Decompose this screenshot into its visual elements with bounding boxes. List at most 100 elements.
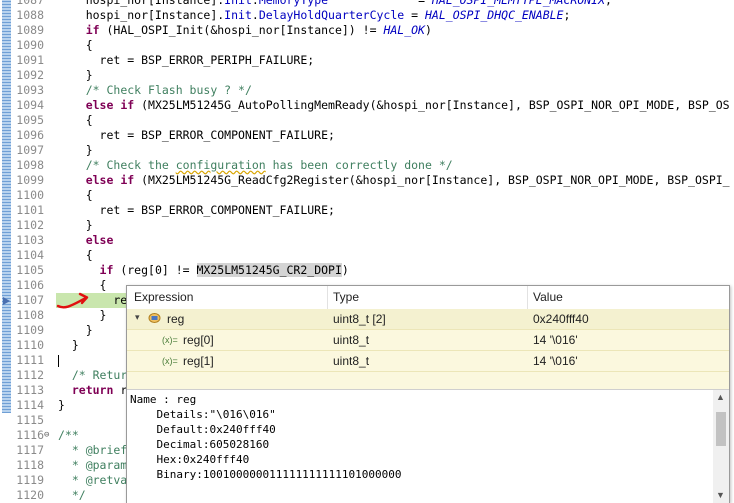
code-text: /* Retur	[71, 368, 128, 382]
code-text: return r	[71, 383, 128, 397]
code-line[interactable]: 1096 ret = BSP_ERROR_COMPONENT_FAILURE;	[0, 128, 734, 143]
expression-value: 14 '\016'	[533, 354, 578, 368]
code-text: hospi_nor[Instance].Init.MemoryType = HA…	[58, 0, 612, 7]
line-number: 1091	[16, 53, 44, 67]
expression-row-empty	[127, 372, 729, 389]
code-text: /**	[58, 428, 79, 442]
code-text: }	[58, 143, 93, 157]
code-line[interactable]: 1091 ret = BSP_ERROR_PERIPH_FAILURE;	[0, 53, 734, 68]
code-text: {	[58, 38, 93, 52]
line-number: 1098	[16, 158, 44, 172]
expression-row-reg-1[interactable]: (x)= reg[1] uint8_t 14 '\016'	[127, 351, 729, 371]
line-number: 1111	[16, 353, 44, 367]
code-line[interactable]: 1097 }	[0, 143, 734, 158]
line-number: 1110	[16, 338, 44, 352]
code-line[interactable]: 1099 else if (MX25LM51245G_ReadCfg2Regis…	[0, 173, 734, 188]
line-number: 1114	[16, 398, 44, 412]
code-text: /* Check Flash busy ? */	[85, 83, 252, 97]
line-number: 1105	[16, 263, 44, 277]
scroll-up-icon[interactable]: ▲	[716, 392, 725, 402]
details-line: Details:"\016\016"	[130, 408, 276, 421]
code-text: ret = BSP_ERROR_COMPONENT_FAILURE;	[58, 203, 335, 217]
code-line[interactable]: 1089 if (HAL_OSPI_Init(&hospi_nor[Instan…	[0, 23, 734, 38]
column-expression[interactable]: Expression	[134, 290, 193, 304]
code-text: * @brief	[58, 443, 128, 457]
line-number: 1092	[16, 68, 44, 82]
red-arrow-annotation-icon	[56, 292, 89, 309]
code-line[interactable]: 1100 {	[0, 188, 734, 203]
line-number: 1119	[16, 473, 44, 487]
array-variable-icon	[148, 313, 161, 323]
details-scrollbar[interactable]: ▲ ▼	[713, 390, 729, 503]
line-number: 1106	[16, 278, 44, 292]
code-text: * @param	[58, 458, 128, 472]
code-line[interactable]: 1094 else if (MX25LM51245G_AutoPollingMe…	[0, 98, 734, 113]
expression-row-reg[interactable]: ▾ reg uint8_t [2] 0x240fff40	[127, 309, 729, 329]
code-text: {	[58, 113, 93, 127]
line-number: 1113	[16, 383, 44, 397]
line-number: 1088	[16, 8, 44, 22]
expression-name: reg[0]	[183, 333, 214, 347]
expression-type: uint8_t [2]	[333, 312, 386, 326]
expression-type: uint8_t	[333, 333, 370, 347]
line-number: 1103	[16, 233, 44, 247]
line-number: 1096	[16, 128, 44, 142]
details-line: Hex:0x240fff40	[130, 453, 250, 466]
line-number: 1104	[16, 248, 44, 262]
code-line[interactable]: 1093 /* Check Flash busy ? */	[0, 83, 734, 98]
details-line: Name : reg	[130, 393, 197, 406]
line-number: 1117	[16, 443, 44, 457]
line-number: 1115	[16, 413, 44, 427]
code-line[interactable]: 1101 ret = BSP_ERROR_COMPONENT_FAILURE;	[0, 203, 734, 218]
details-pane[interactable]: Name : reg Details:"\016\016" Default:0x…	[127, 389, 729, 503]
code-line[interactable]: 1087 hospi_nor[Instance].Init.MemoryType…	[0, 0, 734, 8]
expression-name: reg	[167, 312, 185, 326]
code-line[interactable]: 1098 /* Check the configuration has been…	[0, 158, 734, 173]
line-number: 1109	[16, 323, 44, 337]
expression-type: uint8_t	[333, 354, 370, 368]
line-number: 1116	[16, 428, 44, 442]
code-line[interactable]: 1102 }	[0, 218, 734, 233]
code-text: if (reg[0] != MX25LM51245G_CR2_DOPI)	[99, 263, 349, 277]
code-text: ret = BSP_ERROR_PERIPH_FAILURE;	[58, 53, 315, 67]
expression-value: 14 '\016'	[533, 333, 578, 347]
details-line: Decimal:605028160	[130, 438, 270, 451]
code-text: else	[85, 233, 114, 247]
expression-row-reg-0[interactable]: (x)= reg[0] uint8_t 14 '\016'	[127, 330, 729, 350]
line-number: 1112	[16, 368, 44, 382]
code-line[interactable]: 1105 if (reg[0] != MX25LM51245G_CR2_DOPI…	[0, 263, 734, 278]
code-line[interactable]: 1088 hospi_nor[Instance].Init.DelayHoldQ…	[0, 8, 734, 23]
line-number: 1107	[16, 293, 44, 307]
code-text: {	[58, 188, 93, 202]
scroll-down-icon[interactable]: ▼	[716, 490, 725, 500]
fold-toggle-icon[interactable]: ⊖	[44, 428, 49, 443]
code-line[interactable]: 1095 {	[0, 113, 734, 128]
variable-hover-popup[interactable]: Expression Type Value ▾ reg uint8_t [2] …	[126, 285, 730, 503]
line-number: 1094	[16, 98, 44, 112]
line-number: 1100	[16, 188, 44, 202]
code-line[interactable]: 1090 {	[0, 38, 734, 53]
code-text: * @retva	[58, 473, 128, 487]
line-number: 1101	[16, 203, 44, 217]
line-number: 1099	[16, 173, 44, 187]
line-number: 1087	[16, 0, 44, 7]
expression-value: 0x240fff40	[533, 312, 589, 326]
collapse-chevron-icon[interactable]: ▾	[135, 312, 140, 323]
code-text: hospi_nor[Instance].Init.DelayHoldQuarte…	[58, 8, 571, 22]
code-text: }	[58, 338, 79, 352]
code-line[interactable]: 1103 else	[0, 233, 734, 248]
scrollbar-thumb[interactable]	[716, 412, 726, 446]
line-number: 1093	[16, 83, 44, 97]
column-value[interactable]: Value	[533, 290, 563, 304]
code-line[interactable]: 1104 {	[0, 248, 734, 263]
code-text: ret = BSP_ERROR_COMPONENT_FAILURE;	[58, 128, 335, 142]
variable-icon: (x)=	[162, 335, 178, 345]
column-type[interactable]: Type	[333, 290, 359, 304]
code-line[interactable]: 1092 }	[0, 68, 734, 83]
instruction-pointer-icon	[3, 297, 10, 305]
code-text: }	[58, 398, 65, 412]
code-text: if (HAL_OSPI_Init(&hospi_nor[Instance]) …	[85, 23, 432, 37]
line-number: 1118	[16, 458, 44, 472]
code-text: }	[58, 218, 93, 232]
line-number: 1089	[16, 23, 44, 37]
